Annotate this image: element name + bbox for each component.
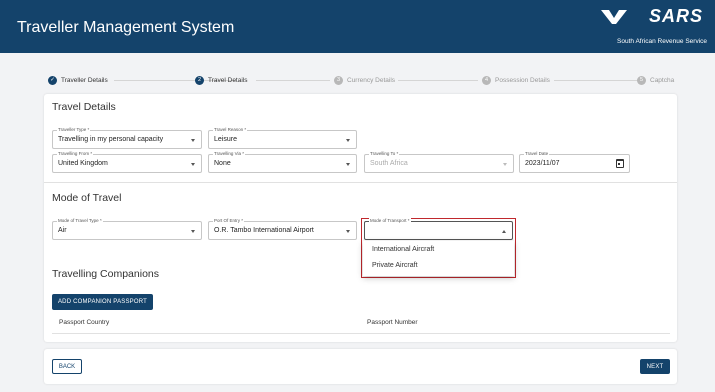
stepper-connector	[256, 80, 330, 81]
chevron-down-icon	[191, 163, 195, 166]
field-label: Travel Date	[524, 151, 550, 157]
mode-of-transport-select[interactable]: Mode of Transport *	[364, 218, 513, 240]
travel-date-field[interactable]: Travel Date 2023/11/07	[519, 151, 630, 173]
travelling-via-select[interactable]: Travelling Via * None	[208, 151, 357, 173]
step-label: Currency Details	[347, 76, 396, 84]
field-label: Traveller Type *	[57, 127, 91, 133]
chevron-down-icon	[346, 139, 350, 142]
add-companion-passport-button[interactable]: ADD COMPANION PASSPORT	[52, 294, 153, 310]
chevron-down-icon	[191, 230, 195, 233]
chevron-down-icon	[191, 139, 195, 142]
step-label: Travel Details	[208, 76, 248, 84]
travel-details-heading: Travel Details	[52, 101, 116, 113]
step-number: 3	[334, 75, 343, 85]
field-value: Air	[58, 227, 67, 234]
step-captcha[interactable]: 5 Captcha	[637, 74, 674, 86]
traveller-type-select[interactable]: Traveller Type * Travelling in my person…	[52, 127, 202, 149]
next-button[interactable]: NEXT	[640, 359, 670, 374]
travelling-companions-heading: Travelling Companions	[52, 268, 159, 280]
step-possession-details[interactable]: 4 Possession Details	[482, 74, 550, 86]
option-private-aircraft[interactable]: Private Aircraft	[372, 262, 418, 269]
step-number: 5	[637, 75, 646, 85]
field-value: O.R. Tambo International Airport	[214, 227, 314, 234]
sars-logo-text: SARS	[648, 6, 703, 26]
sars-logo-icon	[601, 10, 627, 24]
check-icon: ✓	[48, 75, 57, 85]
option-international-aircraft[interactable]: International Aircraft	[372, 246, 434, 253]
step-travel-details[interactable]: 2 Travel Details	[195, 74, 248, 86]
field-label: Travelling To *	[369, 151, 400, 157]
table-divider	[52, 333, 670, 334]
chevron-down-icon	[346, 230, 350, 233]
mode-type-select[interactable]: Mode of Travel Type * Air	[52, 218, 202, 240]
field-value: Travelling in my personal capacity	[58, 136, 164, 143]
step-traveller-details[interactable]: ✓ Traveller Details	[48, 74, 108, 86]
field-label: Mode of Travel Type *	[57, 218, 103, 224]
step-currency-details[interactable]: 3 Currency Details	[334, 74, 395, 86]
brand-subtitle: South African Revenue Service	[617, 38, 707, 45]
step-number: 2	[195, 75, 204, 85]
column-header-passport-number: Passport Number	[367, 319, 418, 326]
travelling-from-select[interactable]: Travelling From * United Kingdom	[52, 151, 202, 173]
step-label: Possession Details	[495, 76, 550, 84]
port-of-entry-select[interactable]: Port Of Entry * O.R. Tambo International…	[208, 218, 357, 240]
field-value: 2023/11/07	[525, 160, 560, 167]
travelling-to-select: Travelling To * South Africa	[364, 151, 514, 173]
field-label: Travel Reason *	[213, 127, 248, 133]
step-label: Traveller Details	[61, 76, 108, 84]
field-value: United Kingdom	[58, 160, 108, 167]
app-header: Traveller Management System SARS South A…	[0, 0, 715, 53]
field-label: Travelling From *	[57, 151, 94, 157]
field-label: Mode of Transport *	[369, 218, 411, 224]
step-number: 4	[482, 75, 491, 85]
stepper-connector	[398, 80, 478, 81]
field-label: Travelling Via *	[213, 151, 246, 157]
progress-stepper: ✓ Traveller Details 2 Travel Details 3 C…	[46, 74, 676, 86]
chevron-up-icon	[502, 230, 506, 233]
chevron-down-icon	[346, 163, 350, 166]
stepper-connector	[554, 80, 638, 81]
field-value: Leisure	[214, 136, 237, 143]
calendar-icon[interactable]	[616, 159, 624, 168]
step-label: Captcha	[650, 76, 675, 84]
field-label: Port Of Entry *	[213, 218, 245, 224]
mode-of-travel-heading: Mode of Travel	[52, 192, 122, 204]
back-button[interactable]: BACK	[52, 359, 82, 374]
sars-brand[interactable]: SARS South African Revenue Service	[597, 6, 707, 48]
column-header-passport-country: Passport Country	[59, 319, 110, 326]
travel-reason-select[interactable]: Travel Reason * Leisure	[208, 127, 357, 149]
footer-card	[44, 349, 677, 384]
section-divider	[44, 182, 677, 183]
transport-options-menu: International Aircraft Private Aircraft	[363, 241, 514, 276]
field-value: None	[214, 160, 231, 167]
chevron-down-icon	[503, 163, 507, 166]
app-title: Traveller Management System	[17, 19, 235, 36]
field-value: South Africa	[370, 160, 408, 167]
